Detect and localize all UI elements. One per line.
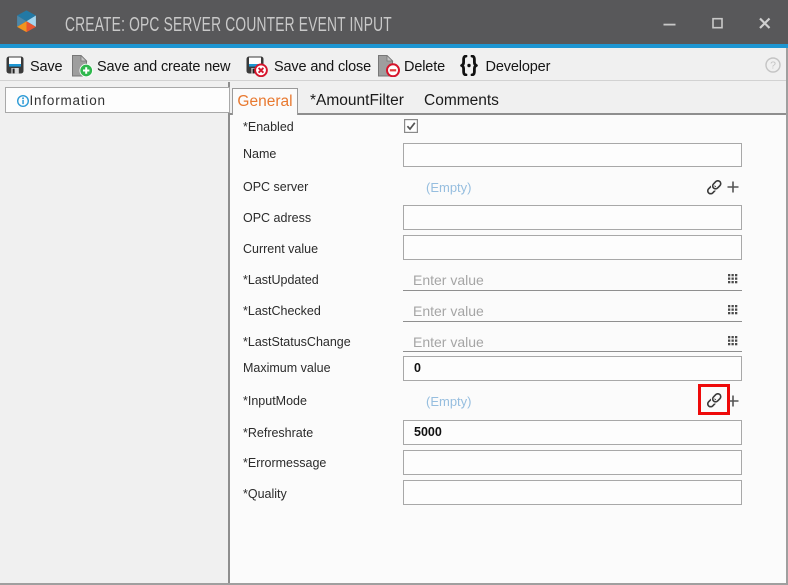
svg-text:?: ?: [770, 60, 776, 72]
